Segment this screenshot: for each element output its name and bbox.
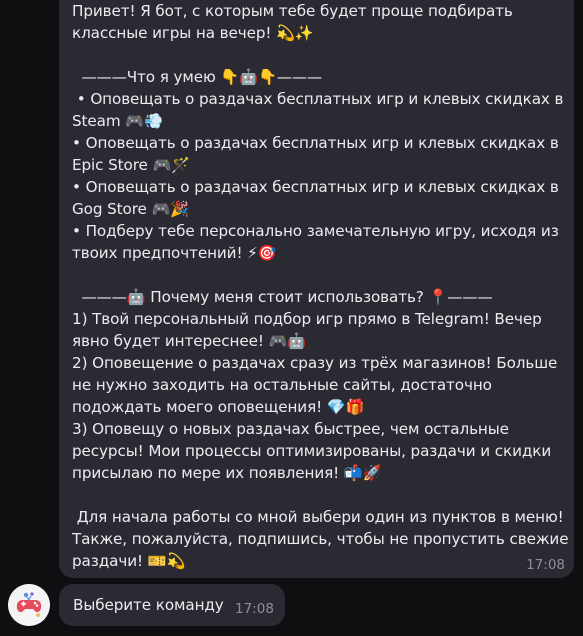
chat-area[interactable]: Привет! Я бот, с которым тебе будет прощ… <box>0 0 583 636</box>
bot-avatar[interactable] <box>8 584 50 626</box>
message-line: ресурсы! Мои процессы оптимизированы, ра… <box>72 442 552 460</box>
reply-message-bubble[interactable]: Выберите команду 17:08 <box>59 584 285 626</box>
message-line: • Оповещать о раздачах бесплатных игр и … <box>72 134 559 152</box>
message-line <box>72 264 562 286</box>
message-line: Привет! Я бот, с которым тебе будет прощ… <box>72 2 513 20</box>
message-line: раздачи! 🎫💫 <box>72 552 186 570</box>
message-line: 3) Оповещу о новых раздачах быстрее, чем… <box>72 420 509 438</box>
message-line: Для начала работы со мной выбери один из… <box>72 508 564 526</box>
message-line: 2) Оповещение о раздачах сразу из трёх м… <box>72 354 558 372</box>
message-line: Steam 🎮💨 <box>72 112 163 130</box>
message-line: ———🤖 Почему меня стоит использовать? 📍——… <box>72 288 493 306</box>
message-line: твоих предпочтений! ⚡🎯 <box>72 244 277 262</box>
message-line: подождать моего оповещения! 💎🎁 <box>72 398 365 416</box>
message-line <box>72 44 562 66</box>
message-line: 1) Твой персональный подбор игр прямо в … <box>72 310 542 328</box>
gamepad-robot-avatar-icon <box>8 584 50 626</box>
message-line: Gog Store 🎮🎉 <box>72 200 190 218</box>
message-line: не нужно заходить на остальные сайты, до… <box>72 376 492 394</box>
message-line: Epic Store 🎮🪄 <box>72 156 191 174</box>
message-line: присылаю по мере их появления! 📬🚀 <box>72 464 382 482</box>
message-line: Также, пожалуйста, подпишись, чтобы не п… <box>72 530 569 548</box>
message-line: • Оповещать о раздачах бесплатных игр и … <box>72 90 564 108</box>
message-line: ———Что я умею 👇🤖👇——— <box>72 68 323 86</box>
bot-message-bubble[interactable]: Привет! Я бот, с которым тебе будет прощ… <box>59 0 574 578</box>
message-line: классные игры на вечер! 💫✨ <box>72 24 314 42</box>
message-line: • Подберу тебе персонально замечательную… <box>72 222 559 240</box>
reply-timestamp: 17:08 <box>235 601 274 617</box>
message-line: явно будет интереснее! 🎮🤖 <box>72 332 307 350</box>
message-line: • Оповещать о раздачах бесплатных игр и … <box>72 178 559 196</box>
message-text: Привет! Я бот, с которым тебе будет прощ… <box>72 0 569 572</box>
message-timestamp: 17:08 <box>526 557 565 573</box>
message-line <box>72 484 562 506</box>
